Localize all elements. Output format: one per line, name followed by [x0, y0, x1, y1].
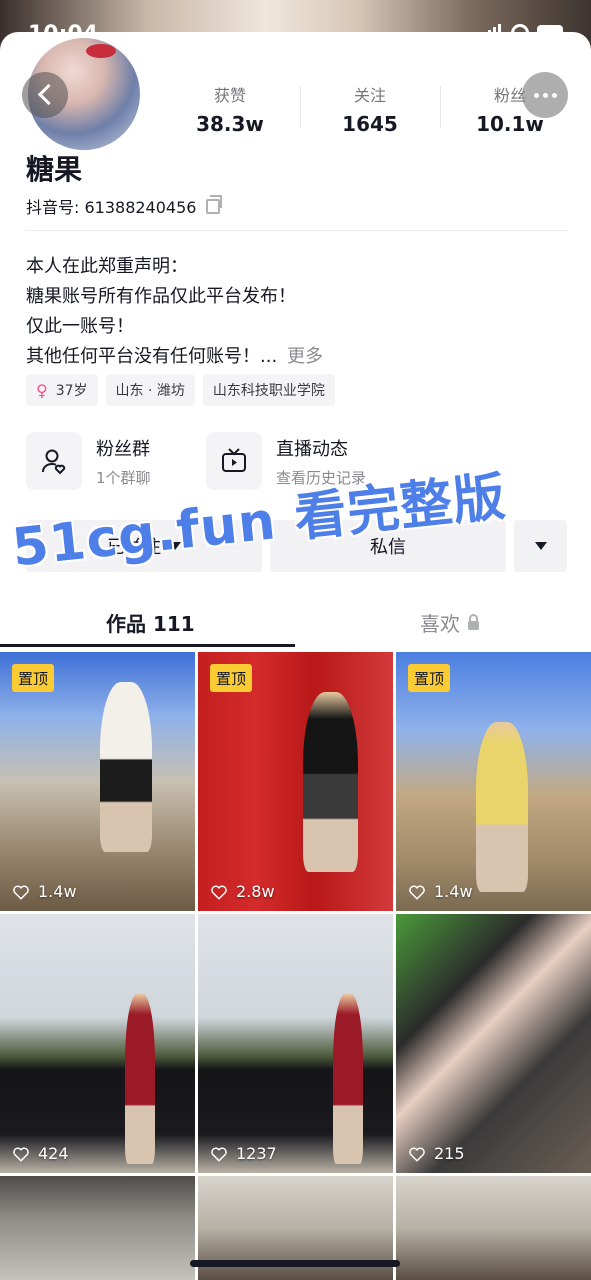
divider: [26, 230, 567, 231]
heart-icon: [211, 885, 227, 900]
copy-icon[interactable]: [206, 194, 223, 214]
heart-icon: [13, 1147, 29, 1162]
pinned-badge: 置顶: [210, 664, 253, 692]
pinned-badge: 置顶: [12, 664, 55, 692]
video-thumbnail[interactable]: 置顶 1.4w: [0, 652, 195, 911]
back-button[interactable]: [22, 72, 68, 118]
video-figure: [333, 994, 363, 1164]
video-thumbnail[interactable]: 置顶 2.8w: [198, 652, 393, 911]
like-count: 1237: [210, 1144, 277, 1163]
bio-line: 其他任何平台没有任何账号！... 更多: [26, 342, 567, 372]
like-count-text: 1.4w: [434, 882, 473, 901]
bio-line-text: 其他任何平台没有任何账号！...: [26, 346, 278, 367]
bio-line: 糖果账号所有作品仅此平台发布！: [26, 286, 296, 307]
tab-works[interactable]: 作品 111: [106, 608, 195, 637]
home-indicator: [190, 1260, 400, 1267]
stat-value: 38.3w: [196, 112, 264, 136]
stats-row: 获赞 38.3w 关注 1645 粉丝 10.1w: [160, 82, 580, 142]
bio-line: 本人在此郑重声明：: [26, 256, 188, 277]
like-count-text: 424: [38, 1144, 69, 1163]
tab-likes[interactable]: 喜欢: [420, 608, 479, 637]
fan-group-title: 粉丝群: [96, 438, 150, 460]
avatar-lip: [86, 44, 116, 58]
fan-group-icon: [26, 432, 82, 490]
fan-group-sub: 1个群聊: [96, 468, 151, 487]
tab-likes-label: 喜欢: [420, 612, 460, 636]
stat-value: 10.1w: [476, 112, 544, 136]
video-thumbnail[interactable]: [0, 1176, 195, 1280]
like-count-text: 1.4w: [38, 882, 77, 901]
live-title: 直播动态: [276, 438, 348, 460]
female-icon: ♀: [36, 380, 48, 400]
caret-down-icon: [534, 542, 547, 550]
stat-likes[interactable]: 获赞 38.3w: [160, 82, 300, 142]
stat-following[interactable]: 关注 1645: [300, 82, 440, 142]
tab-underline: [0, 644, 295, 647]
like-count: 1.4w: [12, 882, 77, 901]
content-tabs: 作品 111 喜欢: [0, 596, 591, 648]
video-figure: [125, 994, 155, 1164]
heart-icon: [13, 885, 29, 900]
tag-age-text: 37岁: [55, 383, 88, 399]
stat-label: 获赞: [213, 86, 246, 105]
video-figure: [100, 682, 152, 852]
tag-age: ♀ 37岁: [26, 374, 98, 406]
like-count: 1.4w: [408, 882, 473, 901]
lock-icon: [468, 614, 479, 630]
bio: 本人在此郑重声明： 糖果账号所有作品仅此平台发布！ 仅此一账号！ 其他任何平台没…: [26, 252, 567, 372]
bio-line: 仅此一账号！: [26, 316, 134, 337]
more-options-button[interactable]: [514, 520, 567, 572]
video-thumbnail[interactable]: 置顶 1.4w: [396, 652, 591, 911]
heart-icon: [409, 885, 425, 900]
like-count: 2.8w: [210, 882, 275, 901]
more-button[interactable]: [522, 72, 568, 118]
tag-location: 山东 · 潍坊: [105, 374, 195, 406]
fan-group-entry[interactable]: 粉丝群 1个群聊: [26, 432, 151, 490]
video-figure: [476, 722, 528, 892]
tag-row: ♀ 37岁 山东 · 潍坊 山东科技职业学院: [26, 374, 335, 406]
fan-group-text: 粉丝群 1个群聊: [96, 435, 151, 488]
video-grid: 置顶 1.4w 置顶 2.8w 置顶 1.4w 424 1237 215: [0, 652, 591, 1280]
like-count-text: 1237: [236, 1144, 277, 1163]
video-thumbnail[interactable]: 215: [396, 914, 591, 1173]
like-count-text: 215: [434, 1144, 465, 1163]
video-figure: [303, 692, 358, 872]
heart-icon: [409, 1147, 425, 1162]
bio-more-link[interactable]: 更多: [287, 346, 323, 367]
video-thumbnail[interactable]: [396, 1176, 591, 1280]
tag-school: 山东科技职业学院: [202, 374, 335, 406]
like-count: 215: [408, 1144, 465, 1163]
video-thumbnail[interactable]: 1237: [198, 914, 393, 1173]
video-thumbnail[interactable]: 424: [0, 914, 195, 1173]
like-count: 424: [12, 1144, 69, 1163]
stat-label: 关注: [353, 86, 386, 105]
profile-name: 糖果: [26, 153, 83, 186]
douyin-id: 抖音号: 61388240456: [26, 194, 223, 218]
stat-value: 1645: [342, 112, 398, 136]
heart-icon: [211, 1147, 227, 1162]
douyin-id-text: 抖音号: 61388240456: [26, 198, 197, 217]
pinned-badge: 置顶: [408, 664, 451, 692]
like-count-text: 2.8w: [236, 882, 275, 901]
